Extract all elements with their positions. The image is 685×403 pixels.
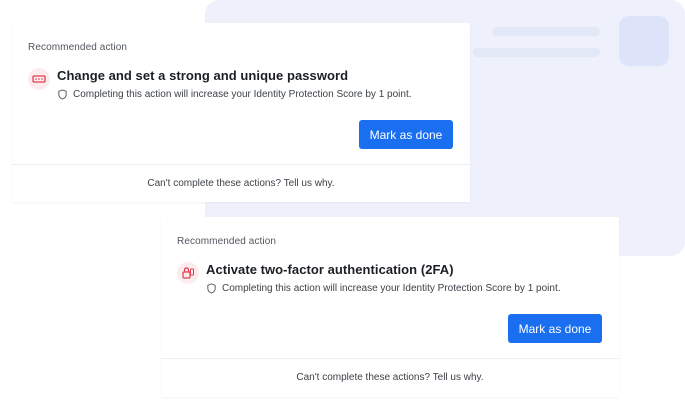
two-factor-icon [177, 262, 199, 284]
action-title: Change and set a strong and unique passw… [57, 68, 349, 83]
feedback-link[interactable]: Can't complete these actions? Tell us wh… [296, 372, 483, 383]
shield-icon [58, 89, 67, 100]
background-placeholder-square [619, 16, 669, 66]
card-footer: Can't complete these actions? Tell us wh… [12, 164, 470, 202]
recommended-action-card-2fa: Recommended action Activate two-factor a… [161, 217, 619, 397]
feedback-link[interactable]: Can't complete these actions? Tell us wh… [147, 178, 334, 189]
password-icon [28, 68, 50, 90]
action-description: Completing this action will increase you… [206, 283, 561, 294]
action-description-text: Completing this action will increase you… [222, 283, 561, 294]
action-description: Completing this action will increase you… [57, 89, 412, 100]
card-label: Recommended action [28, 42, 128, 53]
card-label: Recommended action [177, 236, 277, 247]
mark-as-done-button[interactable]: Mark as done [508, 314, 602, 343]
action-description-text: Completing this action will increase you… [73, 89, 412, 100]
recommended-action-card-password: Recommended action Change and set a stro… [12, 23, 470, 202]
background-placeholder-line [473, 48, 600, 57]
action-title: Activate two-factor authentication (2FA) [206, 262, 454, 277]
background-placeholder-line [492, 27, 600, 36]
mark-as-done-button[interactable]: Mark as done [359, 120, 453, 149]
shield-icon [207, 283, 216, 294]
card-footer: Can't complete these actions? Tell us wh… [161, 358, 619, 396]
